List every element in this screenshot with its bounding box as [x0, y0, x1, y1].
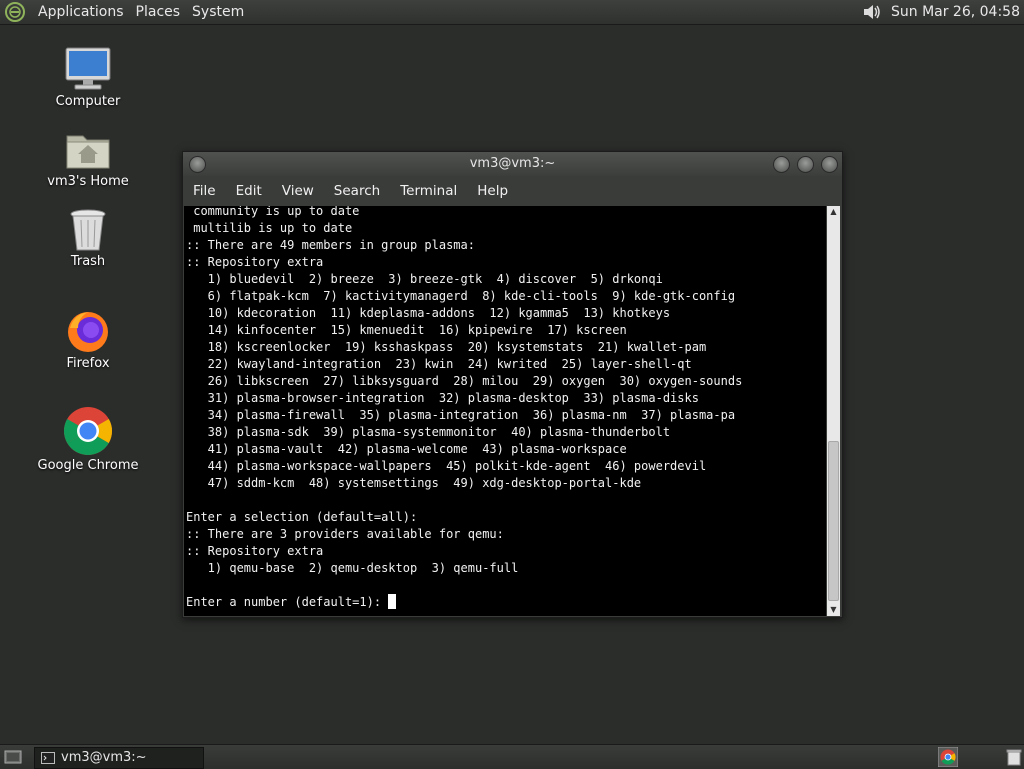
show-desktop-icon[interactable] — [4, 748, 22, 766]
trash-applet-icon[interactable] — [1006, 748, 1022, 766]
terminal-text: community is up to date multilib is up t… — [184, 206, 742, 611]
menu-search[interactable]: Search — [324, 177, 390, 205]
terminal-icon — [41, 752, 55, 764]
vertical-scrollbar[interactable]: ▲ ▼ — [827, 206, 840, 616]
terminal-line: 41) plasma-vault 42) plasma-welcome 43) … — [186, 442, 627, 456]
desktop-icon-label: Firefox — [66, 356, 110, 371]
terminal-line: multilib is up to date — [186, 221, 353, 235]
menu-file[interactable]: File — [183, 177, 226, 205]
mate-logo-icon[interactable] — [4, 1, 26, 23]
scroll-down-arrow-icon[interactable]: ▼ — [827, 604, 840, 616]
menu-view[interactable]: View — [272, 177, 324, 205]
terminal-window: vm3@vm3:~ File Edit View Search Terminal… — [182, 151, 843, 618]
window-menu-button[interactable] — [189, 156, 206, 173]
trash-icon — [70, 209, 106, 251]
terminal-line: 34) plasma-firewall 35) plasma-integrati… — [186, 408, 736, 422]
system-menu[interactable]: System — [186, 0, 250, 24]
terminal-menubar: File Edit View Search Terminal Help — [183, 177, 842, 205]
terminal-line: 26) libkscreen 27) libksysguard 28) milo… — [186, 374, 743, 388]
desktop-icon-label: Google Chrome — [37, 458, 139, 473]
minimize-button[interactable] — [773, 156, 790, 173]
scrollbar-thumb[interactable] — [828, 441, 839, 601]
terminal-line: 6) flatpak-kcm 7) kactivitymanagerd 8) k… — [186, 289, 736, 303]
terminal-line: Enter a selection (default=all): — [186, 510, 418, 524]
terminal-line: 10) kdecoration 11) kdeplasma-addons 12)… — [186, 306, 671, 320]
terminal-line: 14) kinfocenter 15) kmenuedit 16) kpipew… — [186, 323, 627, 337]
desktop-icon-trash[interactable]: Trash — [33, 208, 143, 269]
terminal-line: :: There are 3 providers available for q… — [186, 527, 504, 541]
desktop-icon-home[interactable]: vm3's Home — [33, 128, 143, 189]
applications-menu[interactable]: Applications — [32, 0, 130, 24]
terminal-line: :: Repository extra — [186, 544, 324, 558]
terminal-line: 22) kwayland-integration 23) kwin 24) kw… — [186, 357, 692, 371]
terminal-line: :: There are 49 members in group plasma: — [186, 238, 475, 252]
taskbar-item-label: vm3@vm3:~ — [61, 750, 147, 765]
window-title: vm3@vm3:~ — [469, 156, 556, 171]
chrome-icon — [63, 407, 113, 456]
terminal-line: community is up to date — [186, 206, 360, 218]
computer-icon — [65, 47, 111, 90]
terminal-line: 44) plasma-workspace-wallpapers 45) polk… — [186, 459, 707, 473]
window-titlebar[interactable]: vm3@vm3:~ — [183, 152, 842, 176]
terminal-prompt: Enter a number (default=1): — [186, 595, 389, 609]
desktop-icon-label: Computer — [55, 94, 121, 109]
terminal-line: 38) plasma-sdk 39) plasma-systemmonitor … — [186, 425, 671, 439]
taskbar-item-terminal[interactable]: vm3@vm3:~ — [34, 747, 204, 769]
terminal-line: 1) bluedevil 2) breeze 3) breeze-gtk 4) … — [186, 272, 663, 286]
firefox-icon — [68, 312, 108, 352]
terminal-line: 18) kscreenlocker 19) ksshaskpass 20) ks… — [186, 340, 707, 354]
maximize-button[interactable] — [797, 156, 814, 173]
terminal-line: 31) plasma-browser-integration 32) plasm… — [186, 391, 699, 405]
home-folder-icon — [66, 135, 110, 169]
menu-help[interactable]: Help — [467, 177, 518, 205]
top-panel: Applications Places System Sun Mar 26, 0… — [0, 0, 1024, 25]
terminal-line: 47) sddm-kcm 48) systemsettings 49) xdg-… — [186, 476, 642, 490]
menu-terminal[interactable]: Terminal — [390, 177, 467, 205]
bottom-panel: vm3@vm3:~ — [0, 744, 1024, 769]
menu-edit[interactable]: Edit — [226, 177, 272, 205]
desktop-icon-chrome[interactable]: Google Chrome — [33, 406, 143, 473]
places-menu[interactable]: Places — [130, 0, 187, 24]
volume-icon[interactable] — [861, 1, 883, 23]
desktop-icon-label: vm3's Home — [47, 174, 129, 189]
scroll-up-arrow-icon[interactable]: ▲ — [827, 206, 840, 218]
clock[interactable]: Sun Mar 26, 04:58 — [891, 4, 1020, 20]
chrome-tray-icon[interactable] — [938, 747, 958, 767]
terminal-line: :: Repository extra — [186, 255, 324, 269]
desktop-icon-firefox[interactable]: Firefox — [33, 308, 143, 371]
desktop-icon-computer[interactable]: Computer — [33, 46, 143, 109]
text-cursor — [388, 594, 397, 609]
terminal-line: 1) qemu-base 2) qemu-desktop 3) qemu-ful… — [186, 561, 519, 575]
terminal-output[interactable]: community is up to date multilib is up t… — [184, 206, 826, 616]
close-button[interactable] — [821, 156, 838, 173]
desktop-icon-label: Trash — [70, 254, 106, 269]
